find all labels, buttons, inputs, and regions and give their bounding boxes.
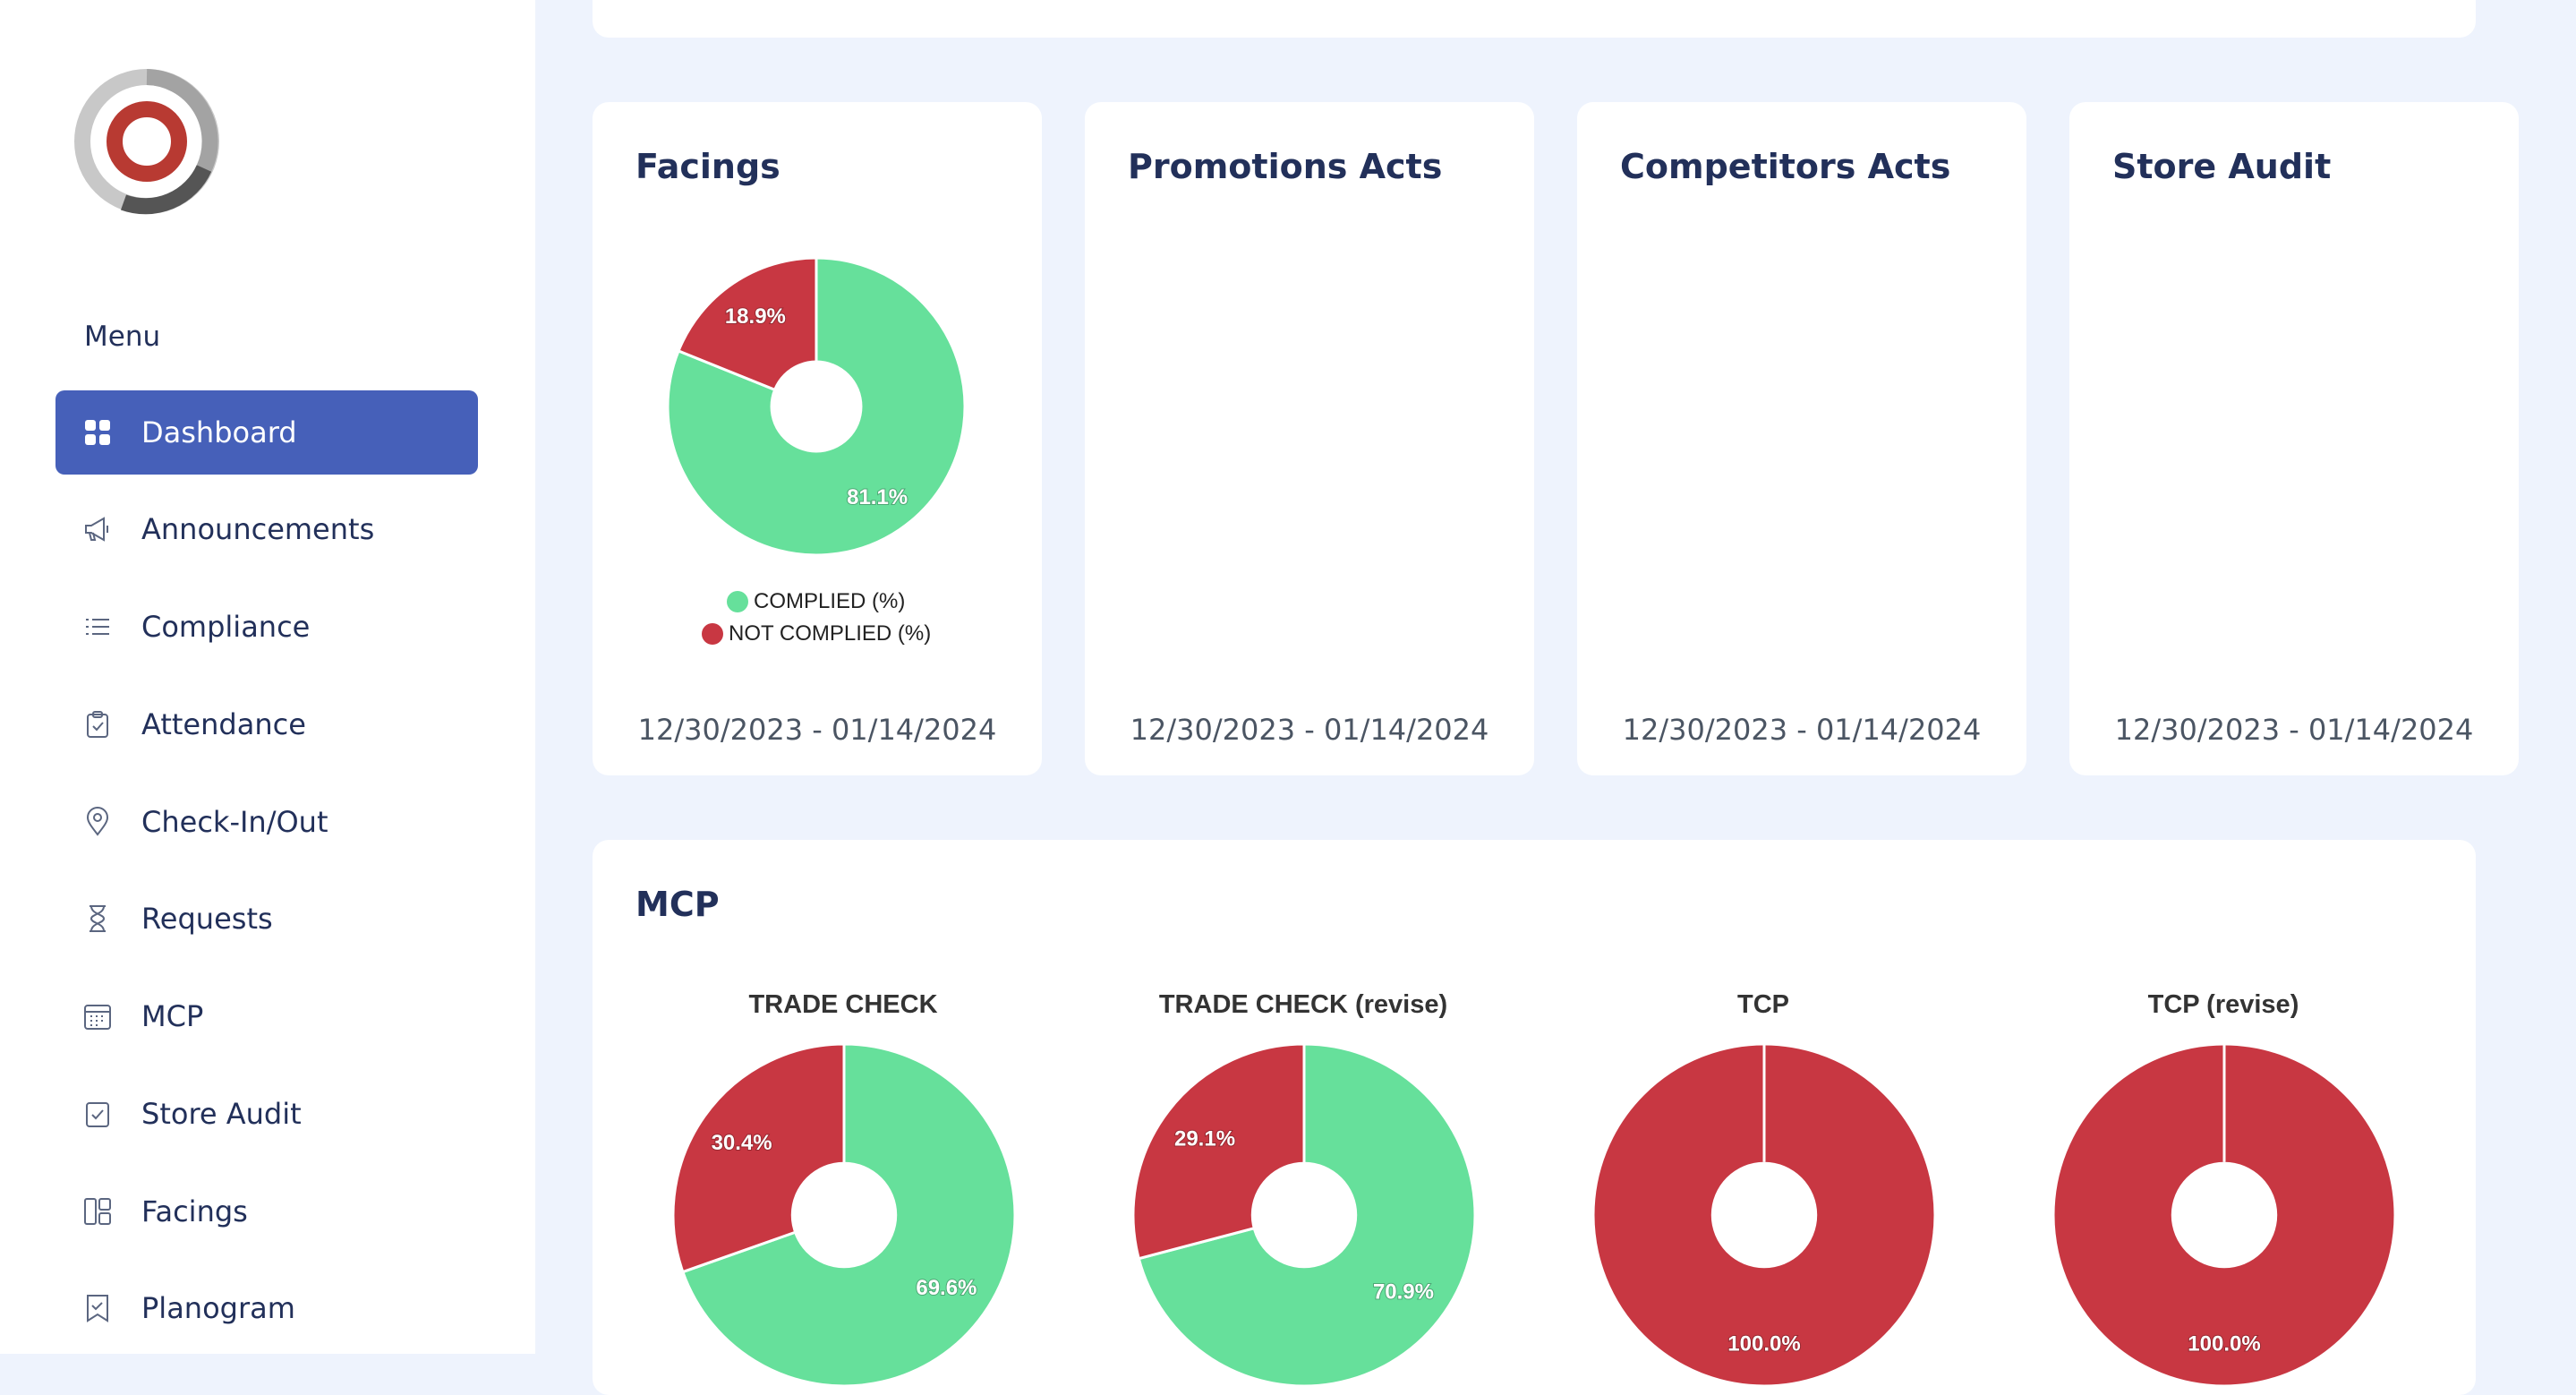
card-title: Facings: [635, 147, 780, 186]
donut-hole: [770, 360, 863, 453]
tcp-revise-pie-chart: 100.0%: [2051, 1042, 2397, 1388]
sidebar-item-attendance[interactable]: Attendance: [55, 682, 478, 766]
card-title: Store Audit: [2112, 147, 2332, 186]
date-range: 12/30/2023 - 01/14/2024: [637, 713, 997, 747]
pie-data-label: 69.6%: [916, 1276, 977, 1300]
mcp-chart-title: TRADE CHECK (revise): [1158, 990, 1448, 1019]
legend-item-not-complied[interactable]: NOT COMPLIED (%): [702, 621, 931, 646]
mcp-chart-title: TRADE CHECK: [748, 990, 938, 1019]
sidebar-item-planogram[interactable]: Planogram: [55, 1266, 478, 1350]
card-title: Competitors Acts: [1620, 147, 1951, 186]
sidebar-item-facings[interactable]: Facings: [55, 1169, 478, 1254]
sidebar-item-label: Dashboard: [141, 415, 297, 449]
sidebar-item-label: Planogram: [141, 1291, 295, 1325]
top-card: [593, 0, 2476, 38]
donut-hole: [1710, 1161, 1818, 1269]
pie-data-label: 100.0%: [2188, 1331, 2260, 1356]
menu-heading: Menu: [84, 321, 161, 353]
sidebar-item-label: Announcements: [141, 512, 375, 546]
promotions-acts-card: Promotions Acts 12/30/2023 - 01/14/2024: [1085, 102, 1534, 775]
audit-check-icon: [86, 1102, 109, 1127]
sidebar-item-announcements[interactable]: Announcements: [55, 487, 478, 571]
sidebar-item-label: Check-In/Out: [141, 805, 328, 839]
sidebar-item-compliance[interactable]: Compliance: [55, 585, 478, 669]
sidebar-item-label: Attendance: [141, 707, 306, 741]
dashboard-grid-icon: [85, 420, 110, 445]
clipboard-icon: [87, 711, 108, 738]
facings-card: Facings 81.1% 18.9% COMPLIED (%) NOT COMP…: [593, 102, 1042, 775]
pie-data-label: 81.1%: [847, 485, 908, 509]
pie-data-label: 70.9%: [1373, 1280, 1434, 1305]
sidebar-item-mcp[interactable]: MCP: [55, 974, 478, 1058]
hourglass-icon: [90, 905, 106, 932]
calendar-icon: [84, 1005, 111, 1030]
megaphone-icon: [85, 517, 108, 542]
donut-hole: [790, 1161, 898, 1269]
date-range: 12/30/2023 - 01/14/2024: [2114, 713, 2474, 747]
sidebar-item-store-audit[interactable]: Store Audit: [55, 1072, 478, 1156]
competitors-acts-card: Competitors Acts 12/30/2023 - 01/14/2024: [1577, 102, 2026, 775]
sidebar-item-check-in-out[interactable]: Check-In/Out: [55, 780, 478, 864]
sidebar-item-label: Compliance: [141, 610, 311, 644]
mcp-chart-title: TCP: [1737, 990, 1789, 1019]
donut-hole: [2171, 1161, 2278, 1269]
location-pin-icon: [86, 807, 109, 836]
mcp-chart-title: TCP (revise): [2147, 990, 2299, 1019]
checklist-icon: [86, 619, 109, 635]
pie-data-label: 100.0%: [1727, 1331, 1800, 1356]
sidebar-item-label: Facings: [141, 1194, 248, 1228]
legend-label: NOT COMPLIED (%): [729, 621, 932, 646]
store-audit-card: Store Audit 12/30/2023 - 01/14/2024: [2069, 102, 2519, 775]
trade-check-revise-pie-chart: 70.9% 29.1%: [1131, 1042, 1477, 1388]
sidebar-item-label: Store Audit: [141, 1097, 302, 1131]
date-range: 12/30/2023 - 01/14/2024: [1130, 713, 1489, 747]
legend-item-complied[interactable]: COMPLIED (%): [727, 589, 905, 614]
card-title: MCP: [635, 885, 720, 924]
date-range: 12/30/2023 - 01/14/2024: [1622, 713, 1982, 747]
sidebar: Menu Dashboard Announcements Compliance …: [0, 0, 535, 1354]
legend-label: COMPLIED (%): [754, 589, 906, 613]
trade-check-pie-chart: 69.6% 30.4%: [671, 1042, 1017, 1388]
facings-pie-chart: 81.1% 18.9%: [666, 256, 967, 557]
card-title: Promotions Acts: [1128, 147, 1443, 186]
complied-legend-dot: [727, 591, 748, 612]
bookmark-check-icon: [87, 1295, 108, 1322]
sidebar-item-label: Requests: [141, 902, 273, 936]
layout-panels-icon: [84, 1198, 111, 1225]
pie-data-label: 30.4%: [712, 1131, 772, 1155]
sidebar-item-dashboard[interactable]: Dashboard: [55, 390, 478, 475]
sidebar-item-requests[interactable]: Requests: [55, 877, 478, 961]
tcp-pie-chart: 100.0%: [1591, 1042, 1937, 1388]
not-complied-legend-dot: [702, 623, 723, 645]
pie-data-label: 18.9%: [725, 304, 786, 329]
app-logo: [74, 69, 219, 215]
pie-data-label: 29.1%: [1174, 1126, 1235, 1151]
donut-hole: [1250, 1161, 1358, 1269]
sidebar-item-label: MCP: [141, 999, 204, 1033]
